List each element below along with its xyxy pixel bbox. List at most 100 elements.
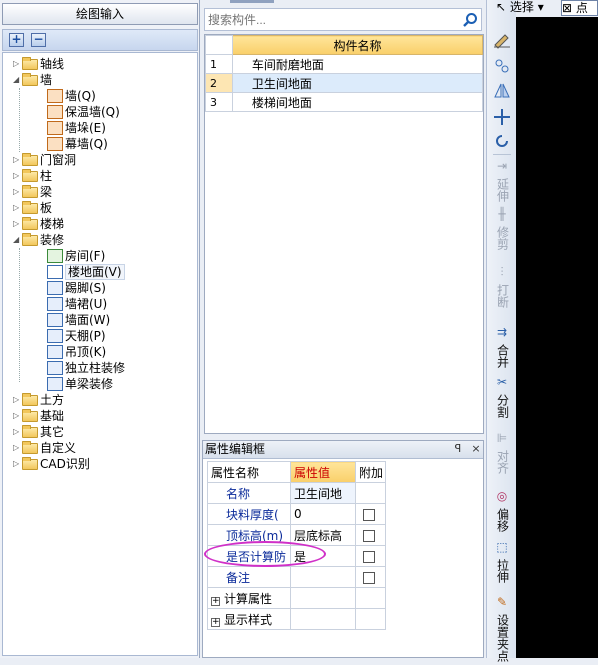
- point-button[interactable]: ⊠ 点: [561, 0, 598, 16]
- tree-node-decoration[interactable]: ◢ 装修: [13, 232, 64, 248]
- tree-node-axis[interactable]: ▷ 轴线: [13, 56, 64, 72]
- tree-node-beam[interactable]: ▷ 梁: [13, 184, 52, 200]
- property-group[interactable]: + 计算属性: [207, 587, 291, 609]
- tree-node-earthwork[interactable]: ▷ 土方: [13, 392, 64, 408]
- property-editor-header: 属性编辑框 ꟼ ×: [203, 441, 483, 459]
- expand-plus-icon[interactable]: +: [211, 596, 220, 606]
- folder-icon: [22, 425, 38, 438]
- tree-node-slab[interactable]: ▷ 板: [13, 200, 52, 216]
- tree-leaf-column-finish[interactable]: 独立柱装修: [47, 360, 125, 376]
- tree-leaf-dado[interactable]: 墙裙(U): [47, 296, 107, 312]
- component-name[interactable]: 卫生间地面: [231, 73, 484, 93]
- tree-node-other[interactable]: ▷ 其它: [13, 424, 64, 440]
- folder-icon: [22, 185, 38, 198]
- expand-all-button[interactable]: +: [9, 33, 24, 47]
- property-value[interactable]: [290, 566, 356, 588]
- tree-leaf-wall[interactable]: 墙(Q): [47, 88, 96, 104]
- trim-button[interactable]: ╫ 修剪: [491, 208, 513, 253]
- extra-checkbox[interactable]: [363, 529, 375, 542]
- expand-arrow-icon[interactable]: ▷: [13, 200, 22, 216]
- table-row-selected[interactable]: 2 卫生间地面: [205, 73, 484, 93]
- rotate-icon[interactable]: [491, 132, 513, 150]
- search-icon[interactable]: [462, 12, 478, 28]
- property-editor: 属性编辑框 ꟼ × 属性名称 属性值 附加 名称 卫生间地 块料厚度( 0 顶标…: [202, 440, 484, 658]
- expand-arrow-icon[interactable]: ▷: [13, 456, 22, 472]
- tree-leaf-suspended-ceiling[interactable]: 吊顶(K): [47, 344, 106, 360]
- property-row[interactable]: 块料厚度( 0: [207, 503, 386, 525]
- extra-checkbox[interactable]: [363, 571, 375, 584]
- table-row[interactable]: 3 楼梯间地面: [205, 92, 484, 112]
- property-row[interactable]: 备注: [207, 566, 386, 588]
- insulation-wall-icon: [47, 105, 63, 119]
- select-dropdown[interactable]: ↖ 选择 ▾: [496, 0, 556, 16]
- expand-arrow-icon[interactable]: ▷: [13, 56, 22, 72]
- expand-arrow-icon[interactable]: ▷: [13, 216, 22, 232]
- table-row[interactable]: 1 车间耐磨地面: [205, 54, 484, 74]
- drawing-canvas[interactable]: [516, 17, 598, 658]
- collapse-arrow-icon[interactable]: ◢: [13, 232, 22, 248]
- property-value[interactable]: 卫生间地: [290, 482, 356, 504]
- row-number: 2: [205, 73, 233, 93]
- brush-icon[interactable]: [491, 31, 513, 49]
- collapse-arrow-icon[interactable]: ◢: [13, 72, 22, 88]
- expand-plus-icon[interactable]: +: [211, 617, 220, 627]
- tree-node-foundation[interactable]: ▷ 基础: [13, 408, 64, 424]
- property-value[interactable]: 是: [290, 545, 356, 567]
- extra-cell: [355, 503, 386, 525]
- expand-arrow-icon[interactable]: ▷: [13, 440, 22, 456]
- chevron-down-icon: ▾: [533, 0, 544, 14]
- tree-leaf-insulation-wall[interactable]: 保温墙(Q): [47, 104, 120, 120]
- expand-arrow-icon[interactable]: ▷: [13, 152, 22, 168]
- tree-node-door-window[interactable]: ▷ 门窗洞: [13, 152, 76, 168]
- property-row[interactable]: 是否计算防 是: [207, 545, 386, 567]
- property-row[interactable]: 名称 卫生间地: [207, 482, 386, 504]
- property-group[interactable]: + 显示样式: [207, 608, 291, 630]
- move-icon[interactable]: [491, 108, 513, 126]
- expand-arrow-icon[interactable]: ▷: [13, 168, 22, 184]
- break-button[interactable]: ⫶ 打断: [491, 266, 513, 311]
- tree-node-cad[interactable]: ▷ CAD识别: [13, 456, 90, 472]
- extra-cell: [355, 482, 386, 504]
- component-name[interactable]: 楼梯间地面: [231, 92, 484, 112]
- tree-leaf-floor[interactable]: 楼地面(V): [47, 264, 125, 280]
- extend-button[interactable]: ⇥ 延伸: [491, 160, 513, 205]
- align-button[interactable]: ⊫ 对齐: [491, 432, 513, 477]
- tree-leaf-room[interactable]: 房间(F): [47, 248, 105, 264]
- mirror-icon[interactable]: [491, 81, 513, 99]
- tree-node-column[interactable]: ▷ 柱: [13, 168, 52, 184]
- collapse-all-button[interactable]: −: [31, 33, 46, 47]
- tree-leaf-wall-finish[interactable]: 墙面(W): [47, 312, 110, 328]
- split-button[interactable]: ✂ 分割: [491, 376, 513, 421]
- tree-leaf-curtain-wall[interactable]: 幕墙(Q): [47, 136, 108, 152]
- expand-arrow-icon[interactable]: ▷: [13, 408, 22, 424]
- set-grip-button[interactable]: ✎ 设置夹点: [491, 596, 513, 665]
- property-group-row[interactable]: + 显示样式: [207, 608, 386, 630]
- tree-leaf-skirting[interactable]: 踢脚(S): [47, 280, 106, 296]
- extra-cell: [355, 524, 386, 546]
- wall-icon: [47, 89, 63, 103]
- tree-node-custom[interactable]: ▷ 自定义: [13, 440, 76, 456]
- offset-button[interactable]: ◎ 偏移: [491, 490, 513, 535]
- extra-checkbox[interactable]: [363, 550, 375, 563]
- stretch-button[interactable]: ⬚ 拉伸: [491, 541, 513, 586]
- tree-leaf-beam-finish[interactable]: 单梁装修: [47, 376, 113, 392]
- folder-icon: [22, 457, 38, 470]
- search-input[interactable]: [204, 8, 482, 31]
- copy-icon[interactable]: [491, 57, 513, 75]
- tree-leaf-pilaster[interactable]: 墙垛(E): [47, 120, 106, 136]
- property-row[interactable]: 顶标高(m) 层底标高: [207, 524, 386, 546]
- tree-leaf-ceiling[interactable]: 天棚(P): [47, 328, 106, 344]
- expand-arrow-icon[interactable]: ▷: [13, 424, 22, 440]
- tree-node-stair[interactable]: ▷ 楼梯: [13, 216, 64, 232]
- pin-icon[interactable]: ꟼ: [451, 442, 465, 456]
- property-value[interactable]: 0: [290, 503, 356, 525]
- extra-checkbox[interactable]: [363, 508, 375, 521]
- expand-arrow-icon[interactable]: ▷: [13, 184, 22, 200]
- merge-button[interactable]: ⇉ 合并: [491, 326, 513, 371]
- expand-arrow-icon[interactable]: ▷: [13, 392, 22, 408]
- property-value[interactable]: 层底标高: [290, 524, 356, 546]
- component-name[interactable]: 车间耐磨地面: [231, 54, 484, 74]
- tree-node-wall[interactable]: ◢ 墙: [13, 72, 52, 88]
- close-icon[interactable]: ×: [469, 442, 483, 456]
- property-group-row[interactable]: + 计算属性: [207, 587, 386, 609]
